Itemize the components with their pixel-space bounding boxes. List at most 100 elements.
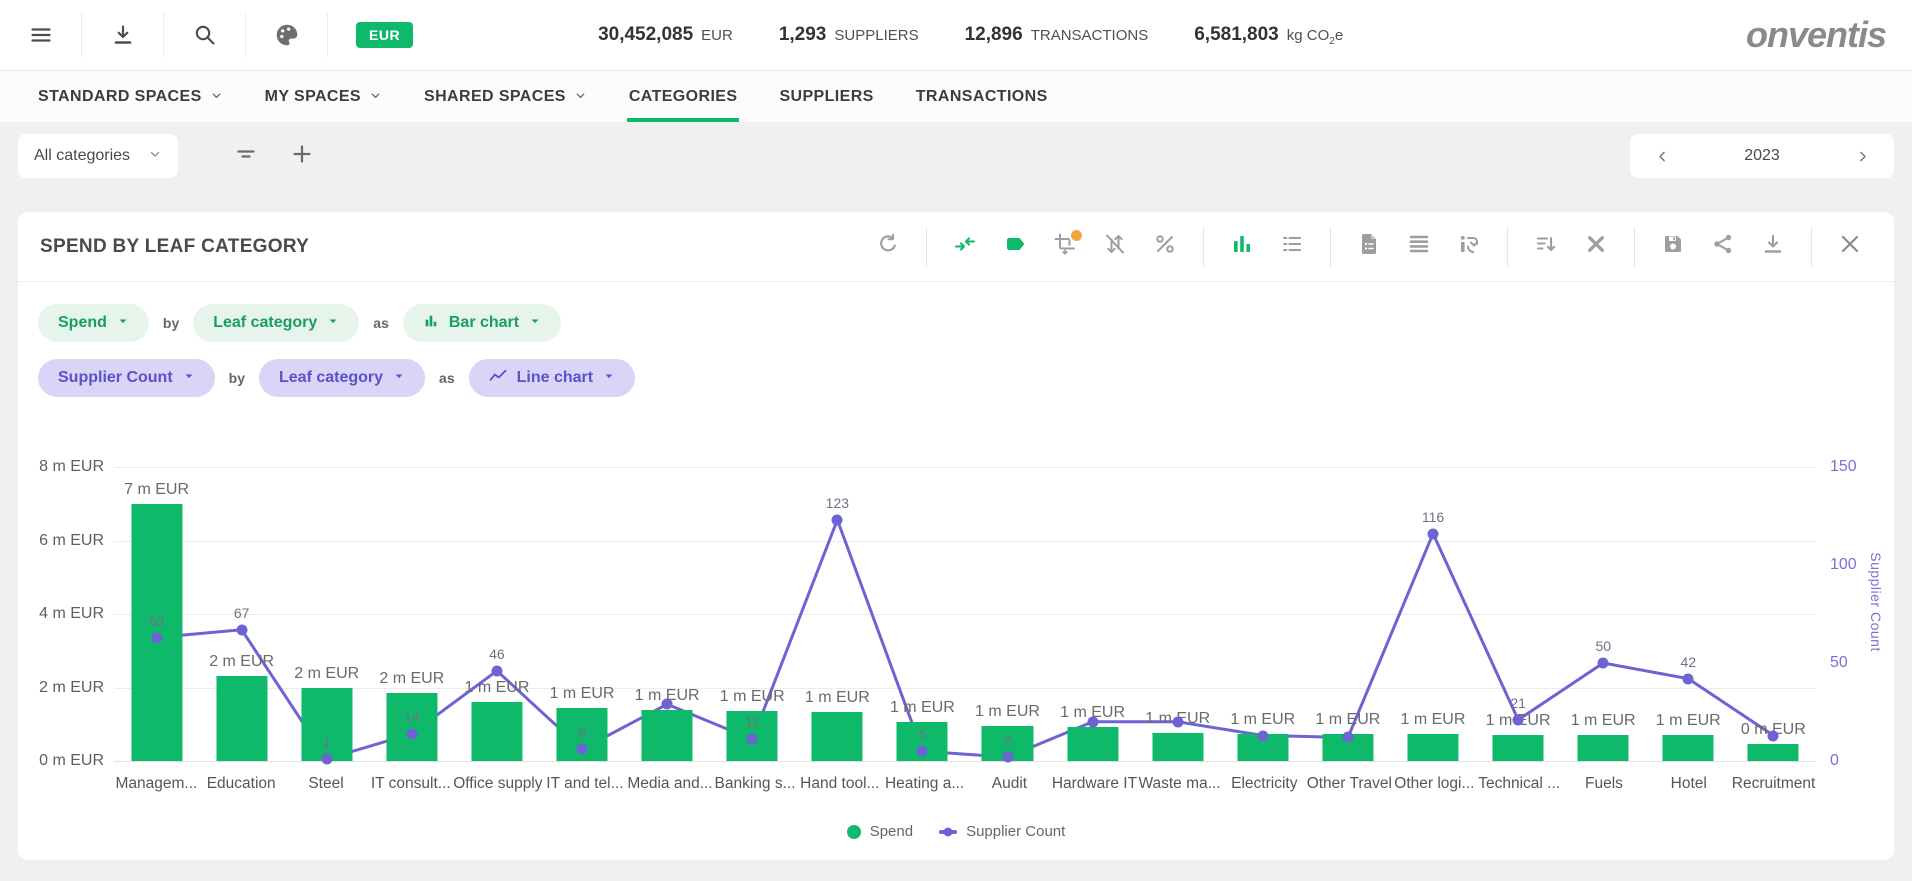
supplier-count-point[interactable] [747,734,758,745]
download-widget-button[interactable] [1753,227,1793,267]
metric-dropdown[interactable]: Spend [38,304,149,342]
stat-label: SUPPLIERS [834,27,918,44]
supplier-count-point[interactable] [236,624,247,635]
year-value: 2023 [1744,147,1780,165]
filter-bar: All categories 2023 [0,122,1912,190]
spend-bar[interactable] [812,712,863,761]
tab-my-spaces[interactable]: MY SPACES [263,71,384,122]
supplier-count-point[interactable] [1683,673,1694,684]
bar-value-label: 1 m EUR [1571,712,1636,730]
spend-bar[interactable] [386,693,437,761]
spend-bar[interactable] [1748,744,1799,761]
supplier-count-point[interactable] [917,746,928,757]
right-axis-tick: 50 [1830,654,1848,672]
next-year-button[interactable] [1848,142,1876,170]
right-axis: Supplier Count 150100500 [1816,467,1880,761]
legend-item-supplier-count[interactable]: Supplier Count [939,823,1065,840]
right-axis-tick: 150 [1830,458,1857,476]
spend-bar[interactable] [1407,734,1458,761]
tab-label: CATEGORIES [629,88,738,106]
supplier-count-point[interactable] [1513,714,1524,725]
chart-area: 8 m EUR6 m EUR4 m EUR2 m EUR0 m EUR 7 m … [18,467,1894,793]
supplier-count-point[interactable] [1257,730,1268,741]
chevron-down-icon [369,87,382,107]
bar-column: 1 m EUR [625,467,710,761]
currency-badge[interactable]: EUR [356,22,413,48]
supplier-count-point[interactable] [491,665,502,676]
caret-down-icon [393,369,405,387]
supplier-count-point[interactable] [151,632,162,643]
supplier-count-point[interactable] [406,728,417,739]
supplier-count-point[interactable] [1598,658,1609,669]
share-button[interactable] [1703,227,1743,267]
bar-column: 1 m EUR [1305,467,1390,761]
crop-button[interactable] [1045,227,1085,267]
table-view-button[interactable] [1399,227,1439,267]
spend-bar[interactable] [1067,727,1118,761]
caret-down-icon [183,369,195,387]
combine-values-button[interactable] [945,227,985,267]
pivot-button[interactable] [1449,227,1489,267]
supplier-count-point[interactable] [662,699,673,710]
supplier-count-point[interactable] [1342,732,1353,743]
left-axis-tick: 0 m EUR [39,752,104,770]
sort-button[interactable] [1526,227,1566,267]
spend-bar[interactable] [1663,735,1714,761]
supplier-count-point[interactable] [1768,730,1779,741]
tab-transactions[interactable]: TRANSACTIONS [914,71,1050,122]
metric-dropdown[interactable]: Supplier Count [38,359,215,397]
export-button[interactable] [82,13,164,57]
bar-column: 2 m EUR [199,467,284,761]
customize-button[interactable] [1576,227,1616,267]
spend-bar[interactable] [301,688,352,762]
supplier-count-point[interactable] [1172,716,1183,727]
supplier-count-point[interactable] [321,754,332,765]
previous-year-button[interactable] [1648,142,1676,170]
spend-bar[interactable] [642,710,693,761]
spend-bar[interactable] [1493,735,1544,761]
left-axis-tick: 4 m EUR [39,605,104,623]
supplier-count-point[interactable] [577,744,588,755]
category-filter-label: All categories [34,147,130,165]
add-widget-button[interactable] [280,134,324,178]
stat-transactions: 12,896 TRANSACTIONS [965,24,1149,46]
supplier-count-point[interactable] [1428,528,1439,539]
supplier-count-point[interactable] [1002,752,1013,763]
chart-view-button[interactable] [1222,227,1262,267]
widget-header: SPEND BY LEAF CATEGORY [18,212,1894,282]
spend-bar[interactable] [216,676,267,761]
dimension-dropdown[interactable]: Leaf category [193,304,359,342]
spend-bar[interactable] [1152,733,1203,761]
tab-label: SHARED SPACES [424,88,566,106]
refresh-button[interactable] [868,227,908,267]
supplier-count-point[interactable] [1087,716,1098,727]
dimension-dropdown[interactable]: Leaf category [259,359,425,397]
label-button[interactable] [995,227,1035,267]
category-filter-dropdown[interactable]: All categories [18,134,178,178]
left-axis-tick: 2 m EUR [39,679,104,697]
search-button[interactable] [164,13,246,57]
percent-button[interactable] [1145,227,1185,267]
save-button[interactable] [1653,227,1693,267]
chart-type-dropdown[interactable]: Line chart [469,359,635,397]
right-axis-tick: 0 [1830,752,1839,770]
chart-type-dropdown[interactable]: Bar chart [403,304,561,342]
supplier-count-point[interactable] [832,514,843,525]
category-label: Fuels [1562,775,1647,793]
year-selector[interactable]: 2023 [1630,134,1894,178]
tab-categories[interactable]: CATEGORIES [627,71,740,122]
tab-shared-spaces[interactable]: SHARED SPACES [422,71,589,122]
list-view-button[interactable] [1272,227,1312,267]
theme-button[interactable] [246,13,328,57]
tab-standard-spaces[interactable]: STANDARD SPACES [36,71,225,122]
tab-suppliers[interactable]: SUPPLIERS [777,71,875,122]
disable-sort-button[interactable] [1095,227,1135,267]
spend-bar[interactable] [1578,735,1629,761]
close-widget-button[interactable] [1830,227,1870,267]
legend-item-spend[interactable]: Spend [847,823,913,840]
spend-bar[interactable] [471,702,522,761]
report-button[interactable] [1349,227,1389,267]
category-label: Heating a... [882,775,967,793]
filter-button[interactable] [224,134,268,178]
menu-button[interactable] [0,13,82,57]
